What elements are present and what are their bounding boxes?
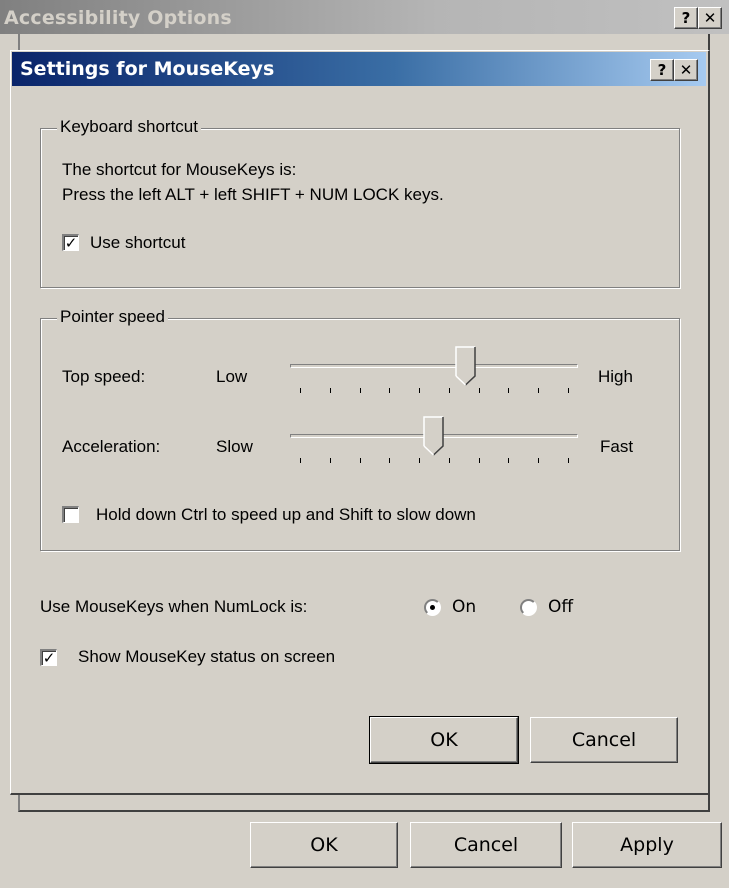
slider-tick (538, 388, 540, 393)
keyboard-shortcut-group (40, 128, 680, 288)
shortcut-description: The shortcut for MouseKeys is: (62, 160, 297, 179)
top-speed-low-label: Low (216, 367, 248, 386)
pointer-speed-legend: Pointer speed (57, 307, 168, 327)
keyboard-shortcut-legend: Keyboard shortcut (57, 117, 201, 137)
dialog-ok-button[interactable]: OK (369, 716, 519, 764)
numlock-on-radio[interactable] (424, 599, 441, 616)
parent-close-button[interactable]: ✕ (698, 7, 722, 29)
acceleration-slider[interactable] (290, 416, 580, 472)
numlock-off-radio[interactable] (520, 599, 537, 616)
slider-tick (508, 388, 510, 393)
dialog-title: Settings for MouseKeys (20, 58, 275, 80)
slider-tick (478, 388, 480, 393)
slider-tick (478, 458, 480, 463)
parent-window-title: Accessibility Options (4, 7, 232, 29)
show-status-label: Show MouseKey status on screen (78, 647, 336, 666)
dialog-close-button[interactable]: ✕ (674, 59, 698, 81)
parent-ok-button[interactable]: OK (250, 822, 398, 868)
top-speed-high-label: High (598, 367, 633, 386)
slider-tick (538, 458, 540, 463)
slider-tick (448, 458, 450, 463)
help-icon: ? (681, 9, 691, 27)
numlock-off-label: Off (548, 597, 574, 617)
close-icon: ✕ (703, 9, 717, 27)
slider-tick (568, 458, 569, 463)
acceleration-fast-label: Fast (600, 437, 634, 456)
slider-tick (508, 458, 510, 463)
slider-track (290, 364, 578, 368)
slider-tick (329, 388, 331, 393)
show-status-checkbox[interactable]: ✓ (40, 649, 57, 666)
slider-thumb[interactable] (455, 346, 477, 386)
help-icon: ? (657, 61, 667, 79)
close-icon: ✕ (679, 61, 693, 79)
use-shortcut-checkbox[interactable]: ✓ (62, 234, 79, 251)
parent-help-button[interactable]: ? (674, 7, 698, 29)
slider-tick (300, 458, 301, 463)
ctrl-shift-speed-label: Hold down Ctrl to speed up and Shift to … (96, 505, 476, 524)
acceleration-slow-label: Slow (216, 437, 253, 456)
slider-tick (389, 388, 391, 393)
checkmark-icon: ✓ (64, 234, 78, 252)
shortcut-keys-text: Press the left ALT + left SHIFT + NUM LO… (62, 185, 444, 204)
acceleration-label: Acceleration: (62, 437, 161, 456)
parent-apply-button[interactable]: Apply (572, 822, 722, 868)
slider-ticks (290, 388, 578, 396)
dialog-cancel-button[interactable]: Cancel (530, 717, 678, 763)
slider-thumb[interactable] (423, 416, 445, 456)
slider-tick (419, 388, 421, 393)
slider-tick (300, 388, 301, 393)
parent-cancel-button[interactable]: Cancel (410, 822, 562, 868)
slider-tick (568, 388, 569, 393)
slider-tick (419, 458, 421, 463)
slider-tick (359, 388, 361, 393)
slider-tick (329, 458, 331, 463)
slider-tick (448, 388, 450, 393)
ctrl-shift-speed-checkbox[interactable] (62, 506, 79, 523)
slider-tick (359, 458, 361, 463)
numlock-label: Use MouseKeys when NumLock is: (40, 597, 308, 616)
radio-selected-dot (430, 605, 435, 610)
slider-tick (389, 458, 391, 463)
top-speed-slider[interactable] (290, 346, 580, 402)
checkmark-icon: ✓ (42, 649, 56, 667)
numlock-on-label: On (452, 597, 477, 617)
slider-ticks (290, 458, 578, 466)
dialog-help-button[interactable]: ? (650, 59, 674, 81)
use-shortcut-label: Use shortcut (90, 233, 186, 252)
top-speed-label: Top speed: (62, 367, 146, 386)
